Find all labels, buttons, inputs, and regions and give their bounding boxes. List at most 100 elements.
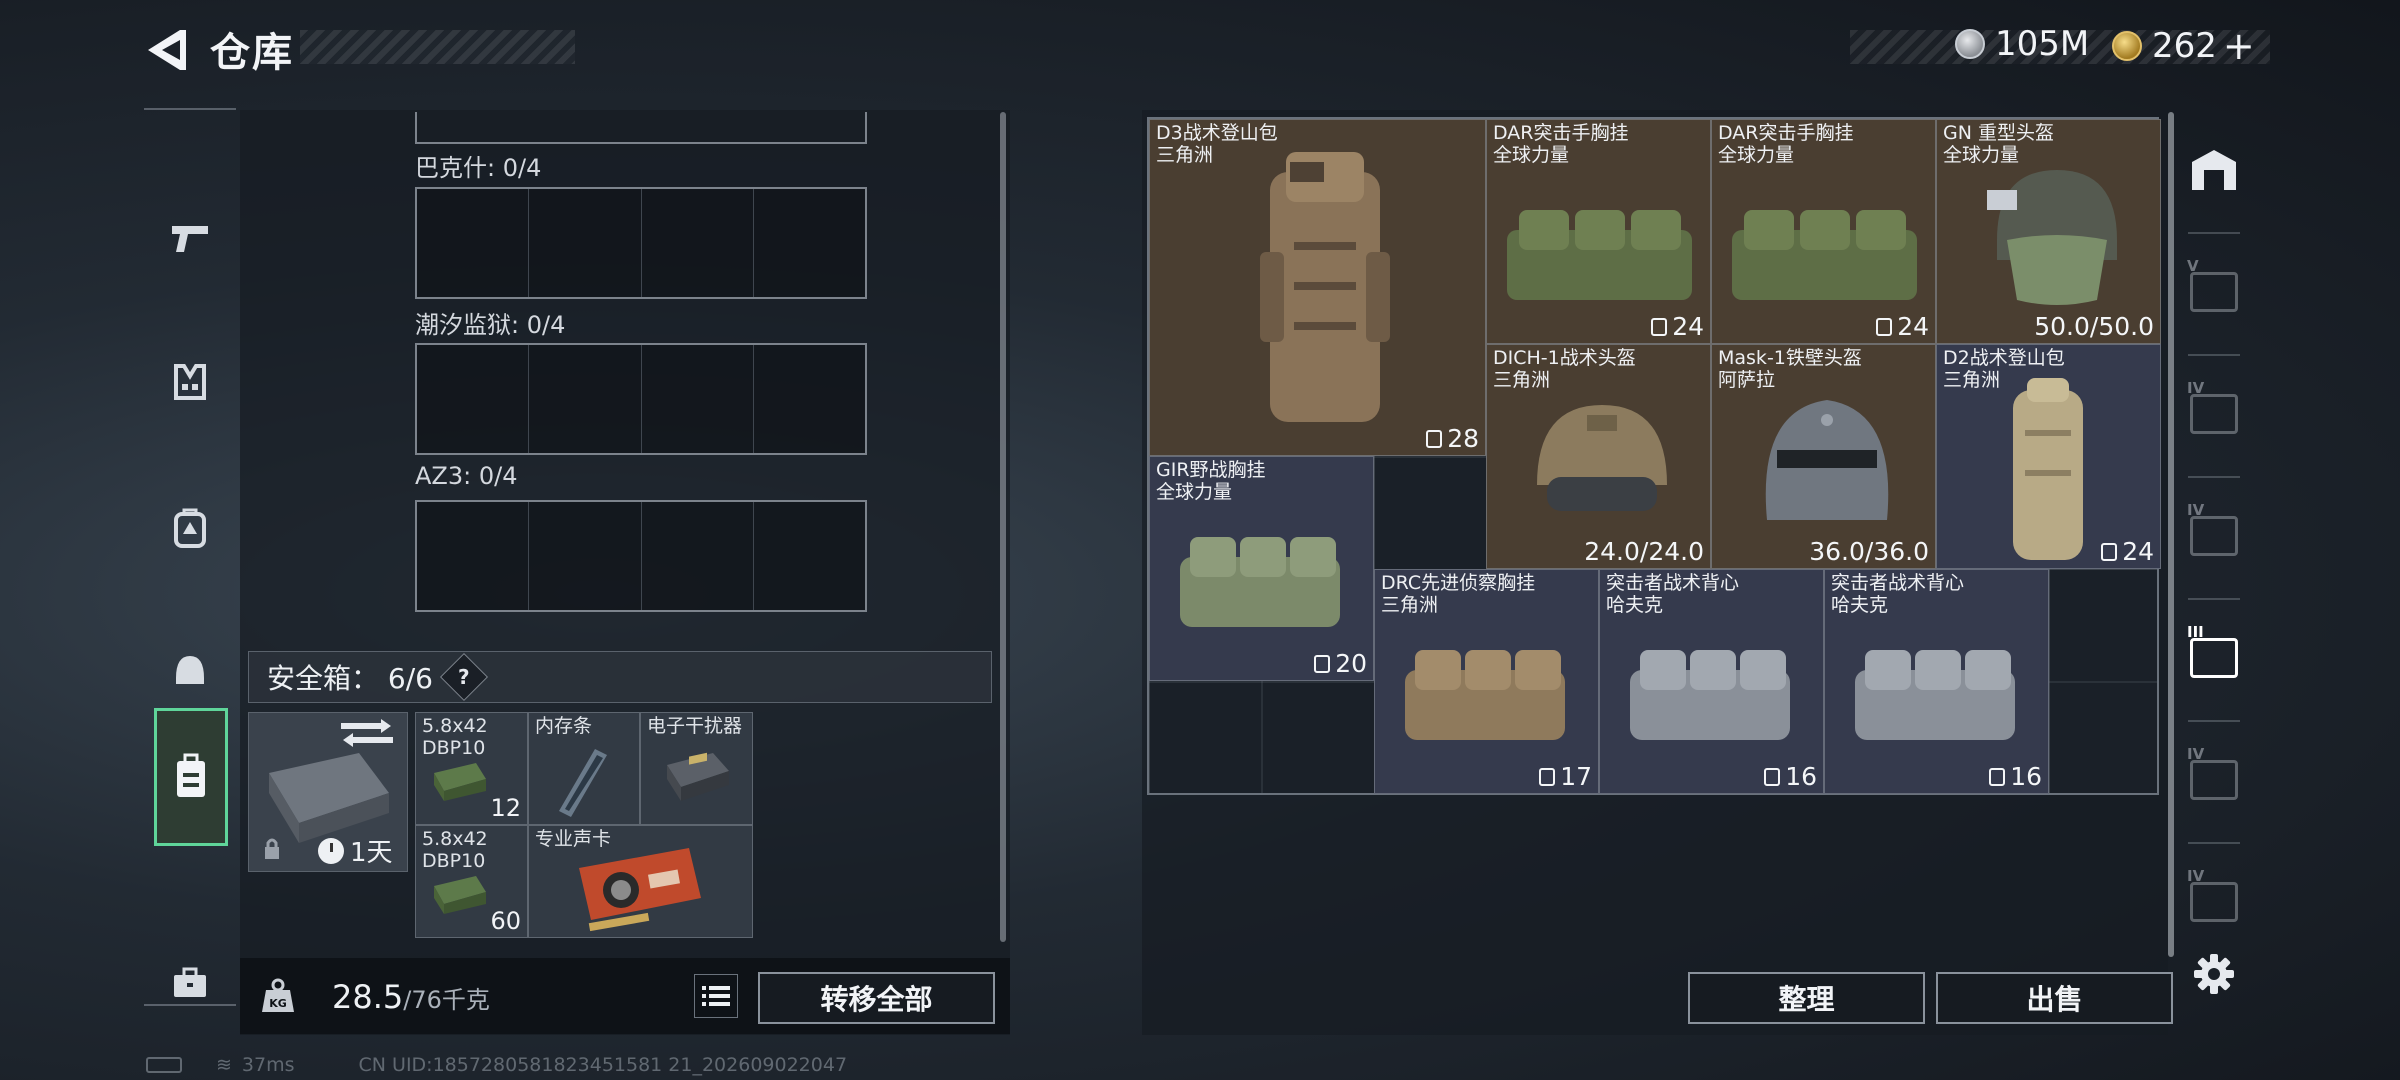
safe-item-ammo-1[interactable]: 5.8x42 DBP10 12	[415, 712, 528, 825]
empty-slot[interactable]	[529, 345, 642, 453]
empty-slot[interactable]	[417, 189, 530, 297]
sell-button[interactable]: 出售	[1936, 972, 2173, 1024]
list-view-button[interactable]	[694, 974, 738, 1018]
item-name: DAR突击手胸挂 全球力量	[1718, 122, 1854, 166]
sort-button[interactable]: 整理	[1688, 972, 1925, 1024]
grid-item-dar-rig-1[interactable]: DAR突击手胸挂 全球力量 24	[1486, 119, 1711, 344]
tab-divider	[144, 1004, 236, 1006]
slot-grid-bakshi[interactable]	[415, 187, 867, 299]
storage-iv-icon: IV	[2187, 379, 2238, 434]
item-name: 突击者战术背心 哈夫克	[1831, 572, 1965, 616]
currency-silver-value: 105M	[1995, 24, 2090, 64]
item-durability: 50.0/50.0	[2034, 312, 2154, 341]
slot-grid-az3[interactable]	[415, 500, 867, 612]
grid-item-mask-helmet[interactable]: Mask-1铁壁头盔 阿萨拉 36.0/36.0	[1711, 344, 1936, 569]
grid-item-gir-rig[interactable]: GIR野战胸挂 全球力量 20	[1149, 456, 1374, 681]
tab-divider	[144, 108, 236, 110]
tab-weapons[interactable]	[144, 178, 236, 298]
empty-slot[interactable]	[642, 502, 754, 610]
tab-storage-iv-add-b[interactable]: IV	[2178, 842, 2250, 962]
vest-mini-icon	[1764, 767, 1781, 786]
empty-slot[interactable]	[642, 345, 754, 453]
left-scrollbar[interactable]	[1000, 112, 1006, 942]
item-name: 电子干扰器	[647, 715, 743, 737]
briefcase-icon	[174, 967, 206, 997]
pistol-icon	[172, 226, 208, 252]
transfer-all-button[interactable]: 转移全部	[758, 972, 995, 1024]
battery-icon	[146, 1057, 182, 1073]
empty-slot[interactable]	[417, 345, 530, 453]
tab-storage-iv-b[interactable]: IV	[2178, 720, 2250, 840]
backpack-icon	[174, 508, 206, 548]
grid-item-dar-rig-2[interactable]: DAR突击手胸挂 全球力量 24	[1711, 119, 1936, 344]
empty-slot[interactable]	[529, 189, 642, 297]
storage-iii-icon: III	[2187, 623, 2238, 678]
item-name: 5.8x42 DBP10	[422, 715, 488, 759]
gear-icon[interactable]	[2192, 952, 2236, 996]
storage-iv-b-icon: IV	[2187, 745, 2238, 800]
item-name: DICH-1战术头盔 三角洲	[1493, 347, 1636, 391]
empty-slot[interactable]	[754, 189, 865, 297]
uid-text: CN UID:1857280581823451581 21_2026090220…	[358, 1054, 848, 1076]
grid-item-d3-backpack[interactable]: D3战术登山包 三角洲 28	[1149, 119, 1486, 456]
vest-mini-icon	[1876, 317, 1893, 336]
currency-gold[interactable]: 262 +	[2112, 24, 2255, 68]
empty-slot[interactable]	[754, 502, 865, 610]
item-count: 16	[1764, 762, 1817, 791]
safe-item-jammer[interactable]: 电子干扰器	[640, 712, 753, 825]
item-count: 16	[1989, 762, 2042, 791]
vest-mini-icon	[1989, 767, 2006, 786]
safe-item-sound-card[interactable]: 专业声卡	[528, 825, 753, 938]
add-currency-icon[interactable]: +	[2223, 24, 2255, 68]
currency-gold-value: 262	[2152, 26, 2217, 66]
silver-coin-icon	[1955, 29, 1985, 59]
tab-backpacks[interactable]	[144, 468, 236, 588]
safe-item-ammo-2[interactable]: 5.8x42 DBP10 60	[415, 825, 528, 938]
tactical-vest-image	[1630, 650, 1790, 740]
safe-time-remaining: 1天	[318, 832, 393, 869]
grid-item-gn-helmet[interactable]: GN 重型头盔 全球力量 50.0/50.0	[1936, 119, 2161, 344]
tab-warehouse[interactable]	[2178, 110, 2250, 230]
help-mark: ?	[458, 664, 470, 689]
weight-icon: KG	[262, 978, 294, 1012]
tab-storage-iv-add[interactable]: IV	[2178, 476, 2250, 596]
item-count: 24	[1651, 312, 1704, 341]
slot-label-tidal-prison: 潮汐监狱: 0/4	[415, 311, 566, 339]
item-name: 内存条	[535, 715, 593, 737]
tab-storage-iv[interactable]: IV	[2178, 354, 2250, 474]
backpack-mini-icon	[1426, 429, 1443, 448]
backpack-image	[2013, 378, 2083, 560]
empty-slot[interactable]	[529, 502, 642, 610]
item-name: D2战术登山包 三角洲	[1943, 347, 2065, 391]
list-icon	[702, 986, 730, 1006]
right-scrollbar[interactable]	[2168, 112, 2174, 957]
tab-briefcase[interactable]	[144, 923, 236, 1043]
weight-value: 28.5	[332, 978, 404, 1016]
tab-safe-case[interactable]	[154, 708, 228, 846]
safe-item-memory[interactable]: 内存条	[528, 712, 640, 825]
slot-grid-tidal-prison[interactable]	[415, 343, 867, 455]
item-name: GN 重型头盔 全球力量	[1943, 122, 2054, 166]
tab-storage-iii[interactable]: III	[2178, 598, 2250, 718]
heavy-helmet-image	[1987, 170, 2117, 305]
help-icon[interactable]: ?	[439, 652, 489, 702]
grid-item-raider-vest-1[interactable]: 突击者战术背心 哈夫克 16	[1599, 569, 1824, 794]
storage-v-icon: V	[2187, 257, 2238, 312]
storage-tabs: V IV IV III IV IV	[2178, 110, 2250, 980]
vest-mini-icon	[1539, 767, 1556, 786]
ammo-box-image	[434, 763, 486, 801]
empty-slot[interactable]	[754, 345, 865, 453]
grid-item-raider-vest-2[interactable]: 突击者战术背心 哈夫克 16	[1824, 569, 2049, 794]
slot-label-bakshi: 巴克什: 0/4	[415, 154, 542, 182]
grid-item-dich-helmet[interactable]: DICH-1战术头盔 三角洲 24.0/24.0	[1486, 344, 1711, 569]
empty-slot[interactable]	[417, 502, 530, 610]
empty-slot[interactable]	[642, 189, 754, 297]
item-name: GIR野战胸挂 全球力量	[1156, 459, 1266, 503]
back-arrow-icon[interactable]	[140, 24, 192, 76]
grid-item-drc-rig[interactable]: DRC先进侦察胸挂 三角洲 17	[1374, 569, 1599, 794]
storage-iv-add-b-icon: IV	[2187, 867, 2238, 922]
tab-storage-v[interactable]: V	[2178, 232, 2250, 352]
tab-chest-rigs[interactable]	[144, 322, 236, 442]
safe-box-label: 安全箱： 6/6	[267, 662, 433, 695]
grid-item-d2-backpack[interactable]: D2战术登山包 三角洲 24	[1936, 344, 2161, 569]
